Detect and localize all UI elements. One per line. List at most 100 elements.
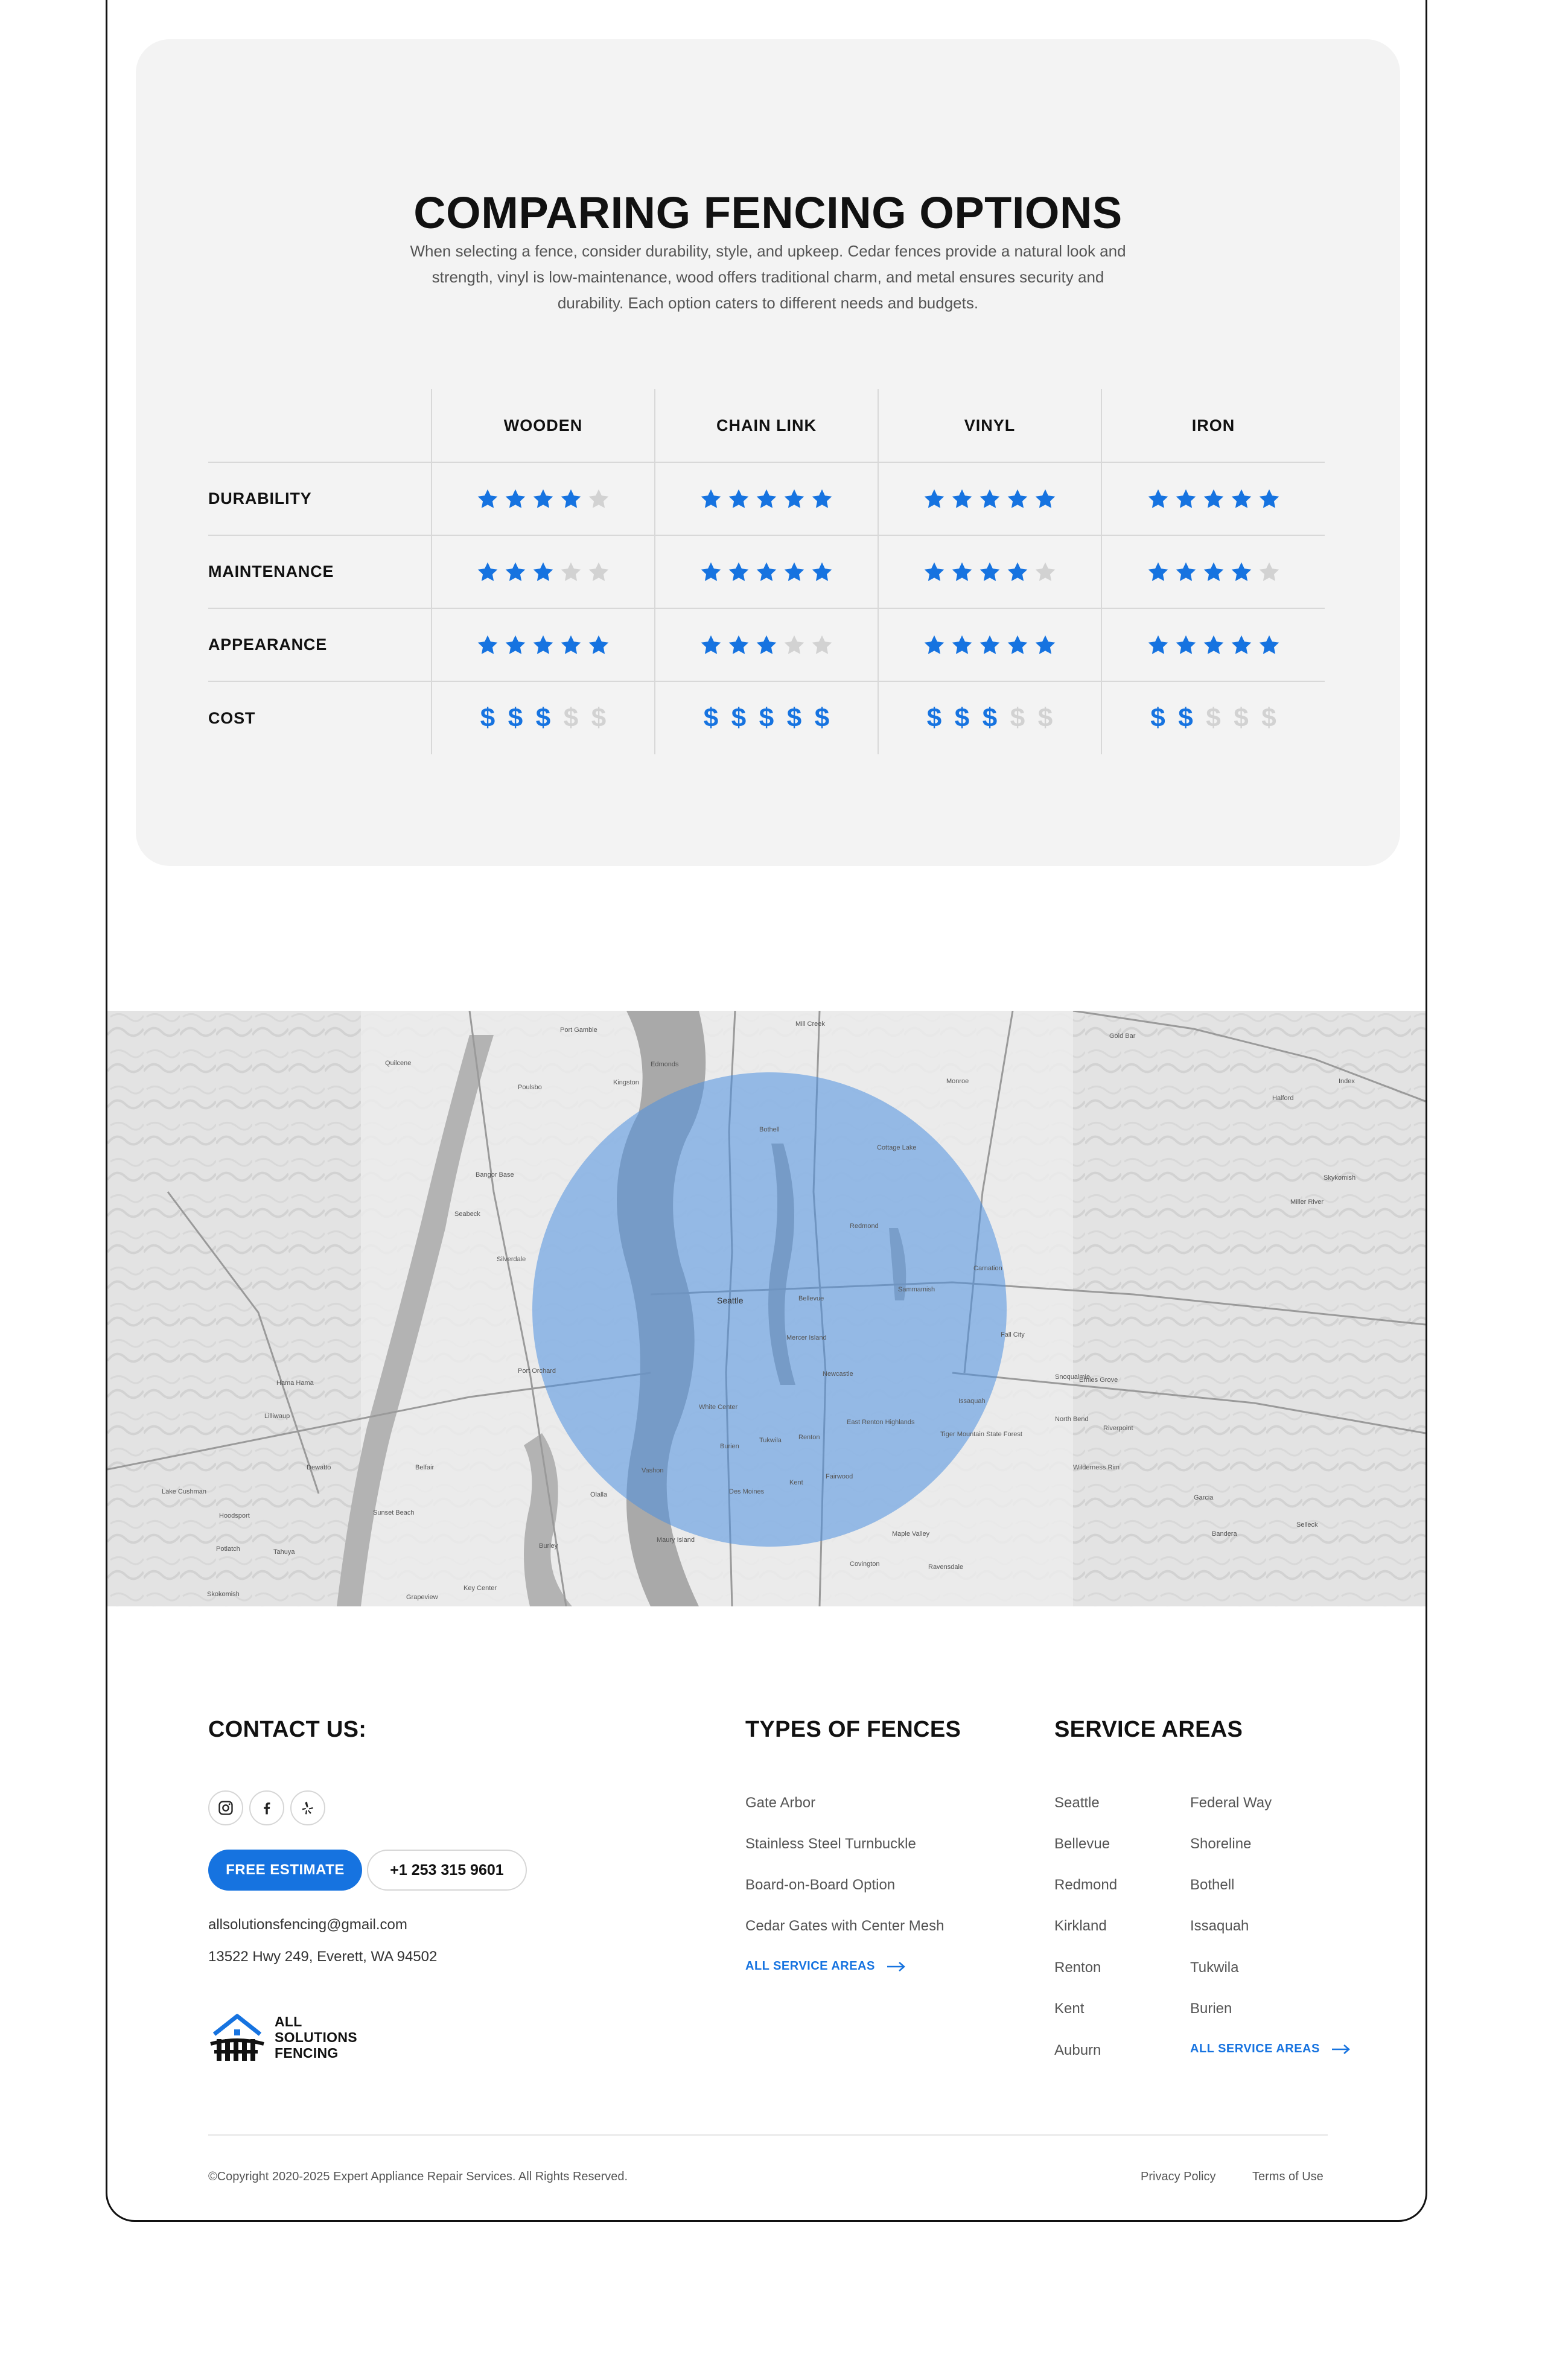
star-rating xyxy=(879,488,1101,511)
star-filled-icon xyxy=(924,562,945,581)
map-label: Kent xyxy=(789,1479,803,1486)
star-filled-icon xyxy=(505,489,526,508)
row-label: MAINTENANCE xyxy=(208,535,432,609)
cost-rating: $ $ $ $ $ xyxy=(1102,705,1325,731)
map-label: Seabeck xyxy=(454,1211,480,1218)
area-link[interactable]: Burien xyxy=(1190,2000,1232,2017)
area-link[interactable]: Bothell xyxy=(1190,1877,1234,1894)
area-link[interactable]: Renton xyxy=(1054,1959,1101,1976)
star-filled-icon xyxy=(1007,562,1028,581)
star-rating xyxy=(1102,634,1325,657)
star-filled-icon xyxy=(1035,489,1056,508)
fence-link[interactable]: Stainless Steel Turnbuckle xyxy=(745,1836,916,1853)
table-row: DURABILITY xyxy=(208,462,1325,536)
fences-all-service-areas-link[interactable]: ALL SERVICE AREAS xyxy=(745,1959,906,1973)
star-filled-icon xyxy=(701,562,721,581)
map-label: Sunset Beach xyxy=(373,1509,415,1516)
star-filled-icon xyxy=(1148,635,1168,654)
area-link[interactable]: Kirkland xyxy=(1054,1918,1107,1935)
fence-link[interactable]: Board-on-Board Option xyxy=(745,1877,895,1894)
map-label: Wilderness Rim xyxy=(1073,1464,1120,1471)
area-link[interactable]: Federal Way xyxy=(1190,1795,1272,1812)
dollar-filled-icon: $ xyxy=(535,703,551,733)
star-filled-icon xyxy=(756,489,777,508)
star-filled-icon xyxy=(980,635,1000,654)
rating-cell xyxy=(654,608,878,682)
star-filled-icon xyxy=(561,635,581,654)
rating-cell xyxy=(654,462,878,536)
map-label: Poulsbo xyxy=(518,1084,542,1091)
star-filled-icon xyxy=(505,562,526,581)
table-header-blank xyxy=(208,389,432,463)
star-filled-icon xyxy=(1148,489,1168,508)
star-filled-icon xyxy=(1231,489,1251,508)
star-filled-icon xyxy=(477,635,498,654)
star-filled-icon xyxy=(756,635,777,654)
map-label: Newcastle xyxy=(823,1370,853,1378)
arrow-right-icon xyxy=(1331,2044,1350,2054)
instagram-link[interactable] xyxy=(208,1790,243,1825)
star-rating xyxy=(432,634,654,657)
star-filled-icon xyxy=(1176,562,1196,581)
map-label: Mercer Island xyxy=(786,1334,827,1341)
area-link[interactable]: Seattle xyxy=(1054,1795,1100,1812)
area-link[interactable]: Bellevue xyxy=(1054,1836,1110,1853)
star-filled-icon xyxy=(812,489,832,508)
footer-divider xyxy=(208,2134,1328,2136)
area-link[interactable]: Kent xyxy=(1054,2000,1084,2017)
map-label: Grapeview xyxy=(406,1594,438,1601)
company-logo[interactable]: ALL SOLUTIONS FENCING xyxy=(208,2012,357,2062)
privacy-policy-link[interactable]: Privacy Policy xyxy=(1141,2170,1215,2184)
map-label: White Center xyxy=(699,1404,738,1411)
star-filled-icon xyxy=(1231,635,1251,654)
rating-cell xyxy=(431,462,655,536)
star-filled-icon xyxy=(701,489,721,508)
area-link[interactable]: Issaquah xyxy=(1190,1918,1249,1935)
table-row: COST $ $ $ $ $ $ $ $ $ $ $ $ $ $ $ $ $ $ $ $ xyxy=(208,681,1325,754)
area-link[interactable]: Shoreline xyxy=(1190,1836,1251,1853)
map-label: Des Moines xyxy=(729,1488,765,1495)
fence-link[interactable]: Gate Arbor xyxy=(745,1795,815,1812)
star-filled-icon xyxy=(477,562,498,581)
map-label: Kingston xyxy=(613,1079,639,1086)
phone-button[interactable]: +1 253 315 9601 xyxy=(367,1850,527,1891)
fences-heading: TYPES OF FENCES xyxy=(745,1717,961,1742)
star-rating xyxy=(1102,488,1325,511)
dollar-filled-icon: $ xyxy=(480,703,495,733)
star-filled-icon xyxy=(505,635,526,654)
map-label: East Renton Highlands xyxy=(847,1419,915,1426)
yelp-link[interactable] xyxy=(290,1790,325,1825)
copyright-text: ©Copyright 2020-2025 Expert Appliance Re… xyxy=(208,2170,628,2183)
free-estimate-button[interactable]: FREE ESTIMATE xyxy=(208,1850,362,1891)
logo-wordmark: ALL SOLUTIONS FENCING xyxy=(275,2014,357,2061)
area-link[interactable]: Redmond xyxy=(1054,1877,1117,1894)
area-link[interactable]: Tukwila xyxy=(1190,1959,1238,1976)
star-rating xyxy=(655,634,878,657)
facebook-link[interactable] xyxy=(249,1790,284,1825)
area-link[interactable]: Auburn xyxy=(1054,2042,1101,2059)
star-filled-icon xyxy=(1203,635,1223,654)
areas-all-service-areas-link[interactable]: ALL SERVICE AREAS xyxy=(1190,2042,1351,2056)
comparison-section: COMPARING FENCING OPTIONS When selecting… xyxy=(136,39,1400,866)
star-filled-icon xyxy=(980,489,1000,508)
all-areas-label: ALL SERVICE AREAS xyxy=(745,1959,875,1973)
map-label: Tahuya xyxy=(273,1548,295,1556)
map-label-seattle: Seattle xyxy=(717,1296,744,1305)
email-link[interactable]: allsolutionsfencing@gmail.com xyxy=(208,1917,407,1933)
map-label: Maury Island xyxy=(657,1536,695,1544)
fence-link[interactable]: Cedar Gates with Center Mesh xyxy=(745,1918,944,1935)
terms-of-use-link[interactable]: Terms of Use xyxy=(1252,2170,1324,2184)
column-header: IRON xyxy=(1101,389,1325,463)
dollar-empty-icon: $ xyxy=(1010,703,1025,733)
star-filled-icon xyxy=(924,635,945,654)
star-filled-icon xyxy=(1176,635,1196,654)
map-label: Belfair xyxy=(415,1464,435,1471)
dollar-empty-icon: $ xyxy=(563,703,579,733)
map-label: Hoodsport xyxy=(219,1512,250,1519)
address-text: 13522 Hwy 249, Everett, WA 94502 xyxy=(208,1949,438,1965)
service-area-map[interactable]: Port Gamble Kingston Edmonds Mill Creek … xyxy=(107,1011,1426,1606)
star-filled-icon xyxy=(812,562,832,581)
star-filled-icon xyxy=(784,489,804,508)
star-empty-icon xyxy=(561,562,581,581)
map-label: Monroe xyxy=(946,1078,969,1085)
